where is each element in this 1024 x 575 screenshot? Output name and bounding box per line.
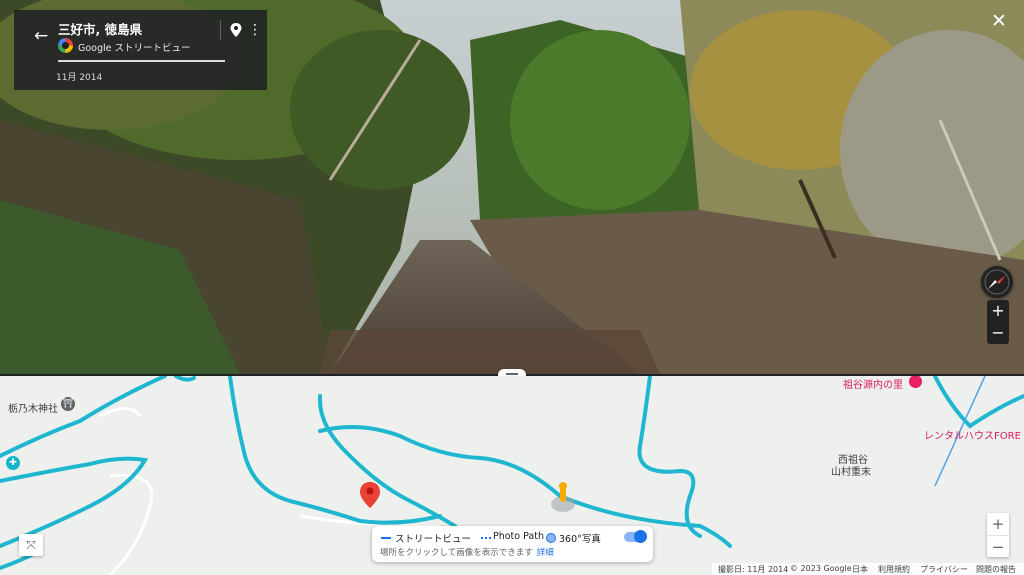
footer-report-link[interactable]: 問題の報告 bbox=[976, 564, 1016, 575]
street-view-legend: ストリートビュー Photo Path 360°写真 場所をクリックして画像を表… bbox=[372, 526, 653, 562]
footer-capture-date: 撮影日: 11月 2014 bbox=[718, 565, 789, 574]
legend-photo-path: Photo Path bbox=[493, 531, 544, 542]
map-zoom-control: + − bbox=[987, 513, 1009, 557]
map-zoom-out-button[interactable]: − bbox=[987, 535, 1009, 558]
viewer-zoom-in-button[interactable]: + bbox=[987, 300, 1009, 322]
footer-copyright: © 2023 Google bbox=[790, 564, 852, 573]
legend-360-photo: 360°写真 bbox=[559, 534, 601, 545]
poi-label-shrine[interactable]: 栃乃木神社 bbox=[8, 400, 58, 415]
shrine-icon[interactable]: ⛩ bbox=[61, 397, 75, 411]
arrow-left-icon[interactable]: ← bbox=[34, 26, 48, 46]
location-title[interactable]: 三好市, 徳島県 bbox=[58, 19, 142, 38]
attraction-icon[interactable]: ✚ bbox=[6, 456, 20, 470]
street-view-line-icon bbox=[381, 537, 391, 539]
map-expand-icon[interactable]: ⤧ bbox=[19, 534, 43, 556]
map-zoom-in-button[interactable]: + bbox=[987, 513, 1009, 535]
footer-privacy-link[interactable]: プライバシー bbox=[920, 564, 968, 575]
more-vert-icon[interactable]: ⋮ bbox=[248, 22, 262, 38]
timeline-bar bbox=[58, 60, 225, 62]
legend-hint: 場所をクリックして画像を表示できます 詳細 bbox=[380, 546, 554, 558]
footer-region[interactable]: 日本 bbox=[852, 564, 868, 575]
compass-icon[interactable] bbox=[981, 266, 1013, 298]
map-footer: 撮影日: 11月 2014 © 2023 Google 日本 利用規約 プライバ… bbox=[712, 563, 1024, 575]
viewer-zoom-out-button[interactable]: − bbox=[987, 322, 1009, 344]
photo-360-dot-icon bbox=[546, 533, 556, 543]
area-label-yamamura: 山村重末 bbox=[831, 467, 871, 478]
street-view-service-label: Google ストリートビュー bbox=[78, 43, 191, 54]
map-pin-icon[interactable] bbox=[229, 22, 243, 38]
capture-date[interactable]: 11月 2014 bbox=[56, 70, 102, 83]
google-logo-icon bbox=[58, 38, 73, 53]
viewer-zoom-control: + − bbox=[987, 300, 1009, 344]
legend-hint-text: 場所をクリックして画像を表示できます bbox=[380, 548, 533, 558]
location-info-card: ← 三好市, 徳島県 Google ストリートビュー ⋮ 11月 2014 bbox=[14, 10, 267, 90]
photo-path-line-icon bbox=[481, 537, 491, 539]
legend-street-view: ストリートビュー bbox=[395, 534, 472, 545]
card-divider bbox=[220, 20, 221, 40]
legend-more-link[interactable]: 詳細 bbox=[537, 548, 554, 558]
poi-label-rental[interactable]: レンタルハウスFORE bbox=[924, 427, 1021, 442]
poi-label-iya-genpei[interactable]: 祖谷源内の里 bbox=[843, 376, 903, 391]
street-view-layer-toggle[interactable] bbox=[624, 530, 647, 543]
close-icon[interactable]: ✕ bbox=[990, 12, 1008, 31]
footer-terms-link[interactable]: 利用規約 bbox=[878, 564, 910, 575]
